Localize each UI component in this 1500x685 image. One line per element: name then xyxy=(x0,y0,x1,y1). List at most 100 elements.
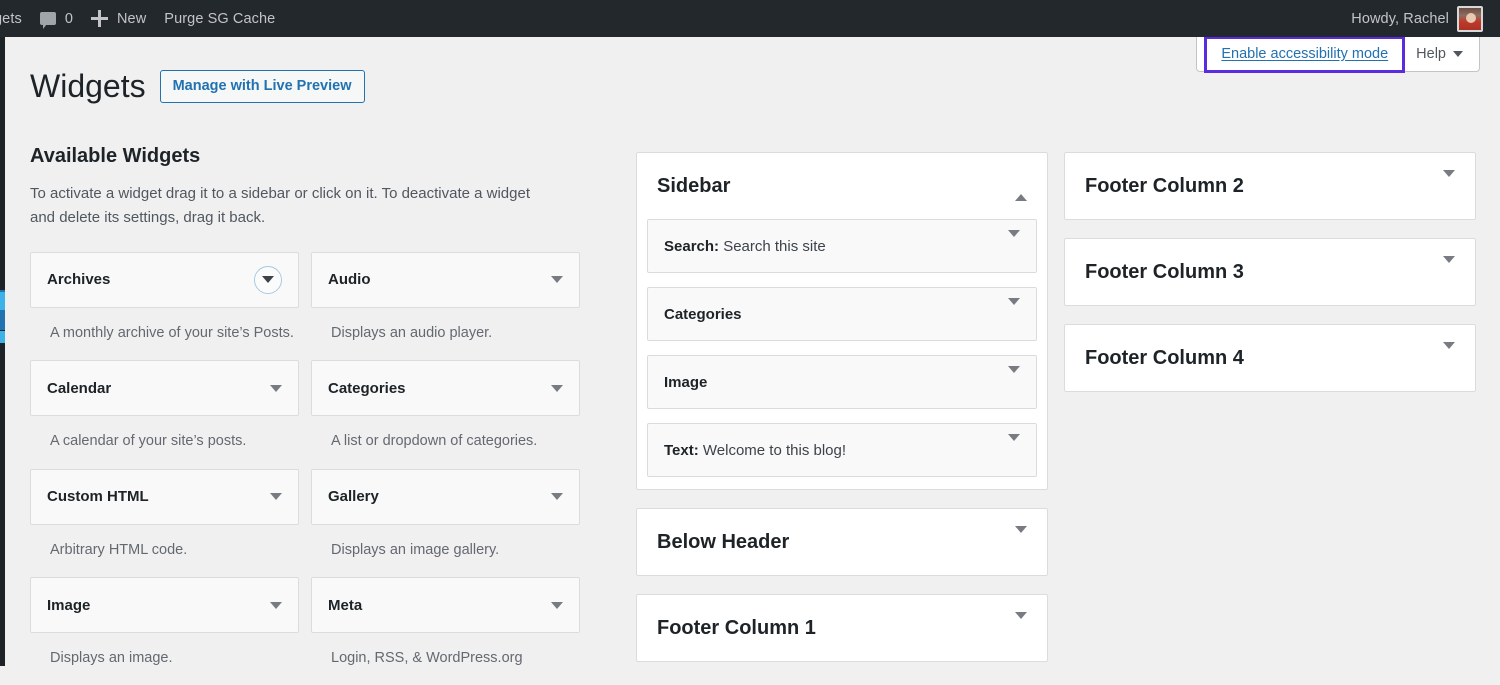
chevron-down-icon xyxy=(1008,230,1020,254)
sidebar-panel-title: Footer Column 2 xyxy=(1085,174,1244,197)
sidebar-panel-toggle[interactable] xyxy=(1015,526,1027,551)
sidebar-panel-body: Search: Search this site Categories Image T… xyxy=(637,219,1047,489)
widget-toggle-button[interactable] xyxy=(254,265,282,294)
widget-description: Login, RSS, & WordPress.org xyxy=(331,650,523,666)
available-widget: Image Displays an image. xyxy=(30,577,299,685)
widget-title: Archives xyxy=(47,271,111,289)
sidebar-panel-toggle[interactable] xyxy=(1443,256,1455,281)
chevron-down-icon xyxy=(270,384,282,392)
widget-toggle-button[interactable] xyxy=(270,384,282,392)
chevron-up-icon xyxy=(1015,177,1027,201)
sidebar-widget[interactable]: Search: Search this site xyxy=(647,219,1037,273)
sidebar-widget-toggle[interactable] xyxy=(1008,230,1020,255)
widget-description: Displays an image. xyxy=(50,650,173,666)
sidebar-widget-instance: Search this site xyxy=(719,237,826,255)
sidebar-panel-title: Footer Column 1 xyxy=(657,616,816,639)
widget-handle-gallery[interactable]: Gallery xyxy=(311,468,580,525)
widget-title: Gallery xyxy=(328,488,379,506)
sidebar-panel-footer-column-1: Footer Column 1 xyxy=(636,594,1048,662)
sidebar-panel-title: Sidebar xyxy=(657,174,731,197)
enable-accessibility-mode-link[interactable]: Enable accessibility mode xyxy=(1221,46,1388,62)
sidebar-panel-toggle[interactable] xyxy=(1443,170,1455,195)
available-widget: Archives A monthly archive of your site’s… xyxy=(30,251,299,360)
widget-toggle-button[interactable] xyxy=(551,493,563,501)
widget-toggle-button[interactable] xyxy=(270,493,282,501)
widget-handle-meta[interactable]: Meta xyxy=(311,577,580,633)
sidebar-widget-toggle[interactable] xyxy=(1008,434,1020,459)
sidebar-widget[interactable]: Categories xyxy=(647,287,1037,341)
chevron-down-icon xyxy=(1015,526,1027,550)
available-widgets-grid: Archives A monthly archive of your site’s… xyxy=(30,251,610,685)
widget-handle-archives[interactable]: Archives xyxy=(30,251,299,308)
chevron-down-icon xyxy=(1008,434,1020,458)
widget-handle-categories[interactable]: Categories xyxy=(311,360,580,417)
widget-handle-custom-html[interactable]: Custom HTML xyxy=(30,468,299,525)
sidebar-widget[interactable]: Image xyxy=(647,355,1037,409)
chevron-down-icon xyxy=(1443,170,1455,194)
widget-description: A list or dropdown of categories. xyxy=(331,433,538,450)
manage-with-live-preview-button[interactable]: Manage with Live Preview xyxy=(159,70,365,104)
sidebar-widget-type: Image xyxy=(664,373,708,391)
admin-bar-new-content[interactable]: New xyxy=(82,0,155,37)
chevron-down-icon xyxy=(1008,298,1020,322)
admin-bar-site-label: gets xyxy=(0,10,22,27)
chevron-down-icon xyxy=(551,276,563,284)
sidebar-panel-title: Footer Column 4 xyxy=(1085,346,1244,369)
wp-body: Enable accessibility mode Help Widgets M… xyxy=(0,35,1500,666)
chevron-down-icon xyxy=(551,384,563,392)
sidebar-panel-header[interactable]: Footer Column 2 xyxy=(1065,153,1475,219)
available-widget: Gallery Displays an image gallery. xyxy=(311,468,580,577)
available-widget: Custom HTML Arbitrary HTML code. xyxy=(30,468,299,577)
sidebar-panel-header[interactable]: Below Header xyxy=(637,509,1047,575)
help-tab-button[interactable]: Help xyxy=(1404,37,1473,71)
sidebar-panel-toggle[interactable] xyxy=(1443,342,1455,367)
available-widgets-description: To activate a widget drag it to a sideba… xyxy=(30,185,530,227)
widget-title: Meta xyxy=(328,596,363,614)
widget-description: Displays an image gallery. xyxy=(331,541,500,558)
sidebar-panel-toggle[interactable] xyxy=(1015,612,1027,637)
admin-bar-new-label: New xyxy=(116,10,147,27)
sidebar-widget-type: Text: xyxy=(664,441,699,459)
widget-toggle-button[interactable] xyxy=(551,276,563,284)
sidebar-panel-header[interactable]: Footer Column 3 xyxy=(1065,239,1475,305)
admin-bar-purge-sg-cache[interactable]: Purge SG Cache xyxy=(155,0,284,37)
sidebar-panel-toggle[interactable] xyxy=(1015,177,1027,201)
sidebar-panel-below-header: Below Header xyxy=(636,508,1048,576)
widget-toggle-button[interactable] xyxy=(270,601,282,609)
widget-handle-audio[interactable]: Audio xyxy=(311,251,580,308)
sidebar-widget-instance: Welcome to this blog! xyxy=(698,441,847,459)
widget-handle-image[interactable]: Image xyxy=(30,577,299,633)
sidebar-panel-footer-column-4: Footer Column 4 xyxy=(1064,324,1476,392)
screen-meta-link-wrap: Enable accessibility mode Help xyxy=(1196,35,1480,73)
widget-description: A monthly archive of your site’s Posts. xyxy=(50,324,294,341)
avatar xyxy=(1457,5,1483,32)
admin-bar-right: Howdy, Rachel xyxy=(1342,0,1500,37)
sidebar-widget-toggle[interactable] xyxy=(1008,298,1020,323)
widget-title: Custom HTML xyxy=(47,488,149,506)
available-widget: Calendar A calendar of your site’s posts. xyxy=(30,360,299,468)
sidebar-panel-header[interactable]: Footer Column 1 xyxy=(637,595,1047,661)
sidebar-panel-header[interactable]: Sidebar xyxy=(637,153,1047,219)
admin-menu-edge[interactable] xyxy=(0,37,5,666)
widget-toggle-button[interactable] xyxy=(551,601,563,609)
admin-bar-left: gets 0 New Purge SG Cache xyxy=(0,0,284,37)
chevron-down-icon xyxy=(1015,612,1027,636)
admin-bar: gets 0 New Purge SG Cache Howdy, Rachel xyxy=(0,0,1500,37)
chevron-down-icon xyxy=(1443,342,1455,366)
sidebar-widget-title: Categories xyxy=(664,306,742,323)
sidebar-panel-header[interactable]: Footer Column 4 xyxy=(1065,325,1475,391)
sidebar-widget-type: Search: xyxy=(664,237,720,255)
widget-toggle-button[interactable] xyxy=(551,384,563,392)
sidebars-column-right: Footer Column 2 Footer Column 3 Footer Col… xyxy=(1064,152,1476,410)
widget-description: Arbitrary HTML code. xyxy=(50,541,188,558)
chevron-down-icon xyxy=(551,493,563,501)
admin-bar-site-name[interactable]: gets xyxy=(0,0,31,37)
sidebar-widget-title: Text: Welcome to this blog! xyxy=(664,442,846,459)
widget-handle-calendar[interactable]: Calendar xyxy=(30,360,299,417)
widget-description: Displays an audio player. xyxy=(331,324,493,341)
chevron-down-icon xyxy=(551,601,563,609)
sidebar-widget[interactable]: Text: Welcome to this blog! xyxy=(647,423,1037,477)
admin-bar-comments[interactable]: 0 xyxy=(31,0,82,37)
admin-bar-my-account[interactable]: Howdy, Rachel xyxy=(1342,0,1492,37)
sidebar-widget-toggle[interactable] xyxy=(1008,366,1020,391)
